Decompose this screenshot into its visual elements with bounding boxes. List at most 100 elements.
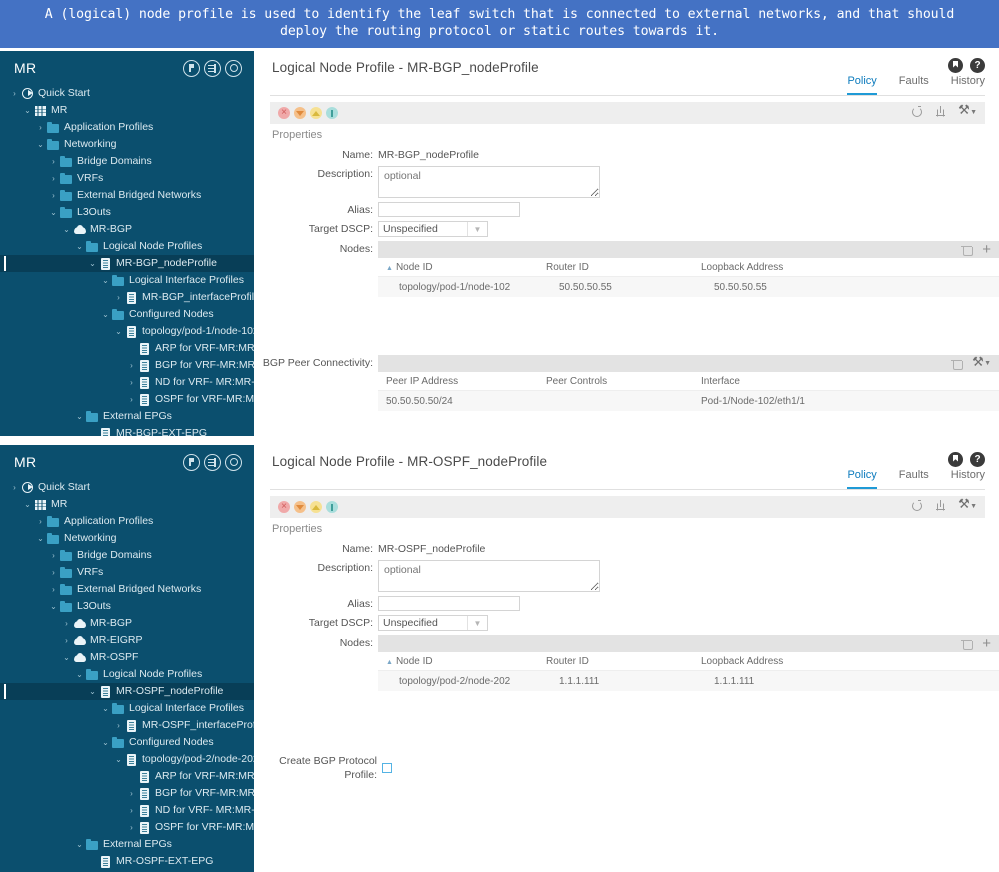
table-row[interactable]: 50.50.50.50/24 Pod-1/Node-102/eth1/1 <box>378 391 999 411</box>
tree-item[interactable]: ARP for VRF-MR:MR-VRF <box>0 340 254 357</box>
chevron-right-icon[interactable]: › <box>62 619 71 628</box>
tree-item[interactable]: › OSPF for VRF-MR:MR-VRF <box>0 391 254 408</box>
download-icon[interactable] <box>934 105 948 119</box>
tree-item[interactable]: ⌄ MR <box>0 496 254 513</box>
tree-item[interactable]: › VRFs <box>0 170 254 187</box>
tree-item[interactable]: ⌄ L3Outs <box>0 204 254 221</box>
refresh-icon[interactable] <box>910 105 924 119</box>
chevron-down-icon[interactable]: ⌄ <box>101 704 110 713</box>
chevron-down-icon[interactable]: ⌄ <box>23 106 32 115</box>
chevron-down-icon[interactable]: ⌄ <box>23 500 32 509</box>
chevron-right-icon[interactable]: › <box>10 483 19 492</box>
tree-item[interactable]: › MR-EIGRP <box>0 632 254 649</box>
tree-item[interactable]: ⌄ External EPGs <box>0 836 254 853</box>
tree-item[interactable]: › ND for VRF- MR:MR-VRF <box>0 374 254 391</box>
chevron-right-icon[interactable]: › <box>127 823 136 832</box>
tree-item[interactable]: ⌄ topology/pod-2/node-202 <box>0 751 254 768</box>
list-icon[interactable] <box>204 453 221 471</box>
tree-item[interactable]: MR-OSPF-EXT-EPG <box>0 853 254 870</box>
chevron-down-icon[interactable]: ⌄ <box>75 242 84 251</box>
tab-faults[interactable]: Faults <box>899 75 929 95</box>
tree-item[interactable]: ⌄ Logical Interface Profiles <box>0 272 254 289</box>
tab-history[interactable]: History <box>951 75 985 95</box>
tree-item[interactable]: › Quick Start <box>0 479 254 496</box>
tree-item[interactable]: › Application Profiles <box>0 513 254 530</box>
chevron-down-icon[interactable]: ⌄ <box>101 310 110 319</box>
chevron-right-icon[interactable]: › <box>49 585 58 594</box>
chevron-right-icon[interactable]: › <box>49 174 58 183</box>
column-node-id[interactable]: ▲ Node ID <box>386 656 546 667</box>
column-interface[interactable]: Interface <box>701 376 901 387</box>
tree-item[interactable]: ARP for VRF-MR:MR-VRF <box>0 768 254 785</box>
chevron-right-icon[interactable]: › <box>114 721 123 730</box>
column-router-id[interactable]: Router ID <box>546 262 701 273</box>
list-icon[interactable] <box>204 59 221 77</box>
warning-fault-icon[interactable] <box>326 107 338 119</box>
chevron-right-icon[interactable]: › <box>49 551 58 560</box>
tree-item[interactable]: ⌄ MR-BGP_nodeProfile <box>0 255 254 272</box>
chevron-down-icon[interactable]: ⌄ <box>62 653 71 662</box>
tools-menu[interactable]: ▼ <box>958 496 977 513</box>
tools-menu[interactable]: ▼ <box>958 102 977 119</box>
chevron-down-icon[interactable]: ⌄ <box>75 670 84 679</box>
ring-icon[interactable] <box>225 453 242 471</box>
flag-icon[interactable] <box>183 453 200 471</box>
bookmark-icon[interactable] <box>948 452 963 467</box>
tools-icon[interactable] <box>958 496 972 513</box>
chevron-down-icon[interactable]: ⌄ <box>114 327 123 336</box>
minor-fault-icon[interactable] <box>310 501 322 513</box>
add-icon[interactable]: + <box>982 636 991 651</box>
create-bgp-protocol-profile-checkbox[interactable] <box>382 762 392 773</box>
tree-item[interactable]: ⌄ MR-OSPF <box>0 649 254 666</box>
tree-item[interactable]: MR-BGP-EXT-EPG <box>0 425 254 436</box>
tree-item[interactable]: › BGP for VRF-MR:MR-VRF <box>0 785 254 802</box>
chevron-down-icon[interactable]: ⌄ <box>88 259 97 268</box>
chevron-down-icon[interactable]: ⌄ <box>101 276 110 285</box>
chevron-down-icon[interactable]: ⌄ <box>62 225 71 234</box>
tab-policy[interactable]: Policy <box>847 75 877 95</box>
table-row[interactable]: topology/pod-1/node-102 50.50.50.55 50.5… <box>378 277 999 297</box>
tree-item[interactable]: › Bridge Domains <box>0 153 254 170</box>
tree-item[interactable]: › Bridge Domains <box>0 547 254 564</box>
tree-item[interactable]: ⌄ Configured Nodes <box>0 306 254 323</box>
tree-item[interactable]: ⌄ Logical Node Profiles <box>0 238 254 255</box>
chevron-right-icon[interactable]: › <box>49 191 58 200</box>
chevron-right-icon[interactable]: › <box>36 517 45 526</box>
chevron-down-icon[interactable]: ⌄ <box>49 602 58 611</box>
tree-item[interactable]: ⌄ topology/pod-1/node-102 <box>0 323 254 340</box>
tree-item[interactable]: › MR-OSPF_interfaceProfile <box>0 717 254 734</box>
tree-item[interactable]: ⌄ Networking <box>0 136 254 153</box>
add-icon[interactable]: + <box>982 242 991 257</box>
description-input[interactable] <box>378 560 600 592</box>
column-router-id[interactable]: Router ID <box>546 656 701 667</box>
chevron-down-icon[interactable]: ⌄ <box>36 140 45 149</box>
tree-item[interactable]: › VRFs <box>0 564 254 581</box>
chevron-right-icon[interactable]: › <box>127 378 136 387</box>
tree-item[interactable]: ⌄ Configured Nodes <box>0 734 254 751</box>
tree-item[interactable]: ⌄ MR-OSPF_nodeProfile <box>0 683 254 700</box>
description-input[interactable] <box>378 166 600 198</box>
major-fault-icon[interactable] <box>294 501 306 513</box>
chevron-right-icon[interactable]: › <box>127 789 136 798</box>
minor-fault-icon[interactable] <box>310 107 322 119</box>
delete-icon[interactable] <box>961 638 973 650</box>
chevron-down-icon[interactable]: ⌄ <box>114 755 123 764</box>
delete-icon[interactable] <box>961 244 973 256</box>
tree-item[interactable]: › MR-BGP <box>0 615 254 632</box>
tree-item[interactable]: › Application Profiles <box>0 119 254 136</box>
chevron-right-icon[interactable]: › <box>49 568 58 577</box>
tools-menu[interactable]: ▼ <box>972 354 991 371</box>
tools-icon[interactable] <box>972 354 986 371</box>
delete-icon[interactable] <box>951 358 963 370</box>
chevron-down-icon[interactable]: ⌄ <box>75 412 84 421</box>
flag-icon[interactable] <box>183 59 200 77</box>
chevron-right-icon[interactable]: › <box>127 361 136 370</box>
chevron-down-icon[interactable]: ⌄ <box>75 840 84 849</box>
target-dscp-select[interactable]: Unspecified ▼ <box>378 615 488 631</box>
chevron-right-icon[interactable]: › <box>36 123 45 132</box>
major-fault-icon[interactable] <box>294 107 306 119</box>
tools-icon[interactable] <box>958 102 972 119</box>
chevron-down-icon[interactable]: ⌄ <box>49 208 58 217</box>
alias-input[interactable] <box>378 202 520 217</box>
tree-item[interactable]: › ND for VRF- MR:MR-VRF <box>0 802 254 819</box>
